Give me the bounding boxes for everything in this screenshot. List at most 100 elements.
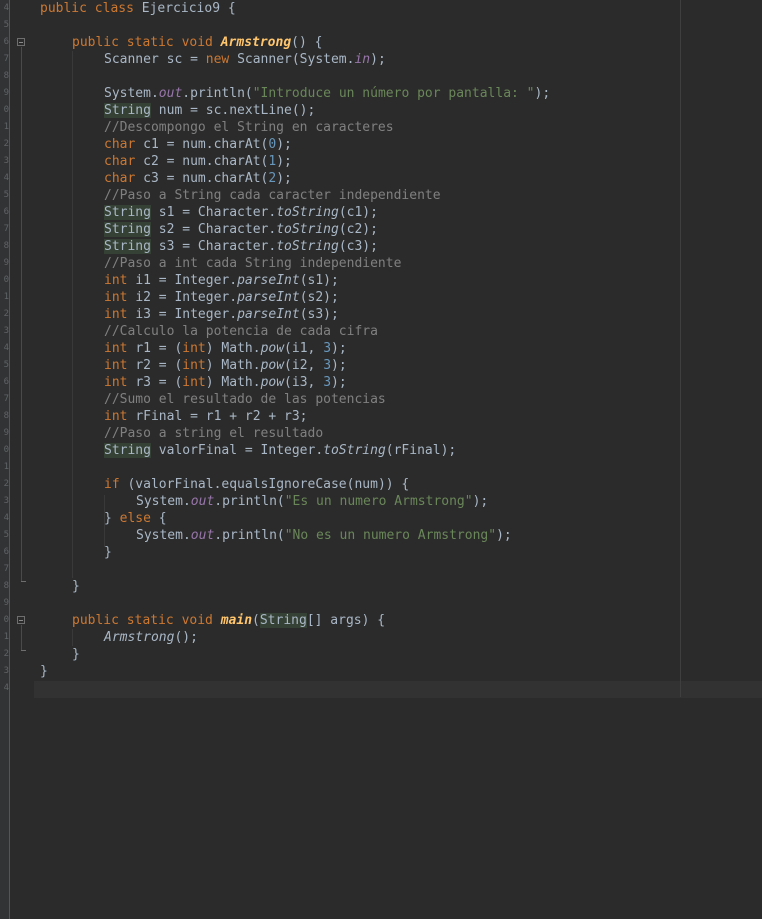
- code-token: int: [104, 307, 136, 322]
- code-line[interactable]: int r1 = (int) Math.pow(i1, 3);: [104, 340, 347, 357]
- code-token: );: [331, 358, 347, 373]
- code-token: (c3);: [338, 239, 378, 254]
- code-line[interactable]: }: [40, 663, 48, 680]
- code-token: toString: [276, 239, 339, 254]
- code-line[interactable]: }: [104, 544, 112, 561]
- current-line-highlight: [34, 681, 762, 698]
- code-line[interactable]: System.out.println("Es un numero Armstro…: [136, 493, 488, 510]
- code-token: //Descompongo el String en caracteres: [104, 120, 394, 135]
- code-token: ) Math.: [205, 375, 261, 390]
- code-line[interactable]: String s1 = Character.toString(c1);: [104, 204, 378, 221]
- code-token: String: [104, 205, 151, 220]
- code-line[interactable]: //Paso a int cada String independiente: [104, 255, 401, 272]
- line-number: 8: [3, 581, 9, 591]
- code-line[interactable]: //Sumo el resultado de las potencias: [104, 391, 386, 408]
- code-token: toString: [276, 205, 339, 220]
- line-number: 0: [3, 275, 9, 285]
- code-token: int: [182, 358, 206, 373]
- code-token: );: [331, 341, 347, 356]
- code-line[interactable]: char c3 = num.charAt(2);: [104, 170, 292, 187]
- code-line[interactable]: String valorFinal = Integer.toString(rFi…: [104, 442, 456, 459]
- code-line[interactable]: }: [72, 578, 80, 595]
- code-line[interactable]: //Paso a String cada caracter independie…: [104, 187, 441, 204]
- code-token: //Calculo la potencia de cada cifra: [104, 324, 378, 339]
- code-line[interactable]: int r2 = (int) Math.pow(i2, 3);: [104, 357, 347, 374]
- line-number: 5: [3, 190, 9, 200]
- code-editor[interactable]: 4 5 6 7 8 9 0 1 2 3 4 5 6 7 8 9 0 1 2 3 4 5 6 7 8 9 0 1 2 3 4 5 6 7 8 9 0 1 2 3…: [0, 0, 762, 919]
- line-number: 3: [3, 326, 9, 336]
- fold-collapse-icon[interactable]: [17, 38, 25, 46]
- code-token: //Paso a int cada String independiente: [104, 256, 402, 271]
- code-line[interactable]: public static void main(String[] args) {: [72, 612, 385, 629]
- line-number: 6: [3, 207, 9, 217]
- code-token: parseInt: [237, 307, 300, 322]
- code-token: String: [104, 103, 151, 118]
- code-line[interactable]: System.out.println("Introduce un número …: [104, 85, 550, 102]
- code-token: out: [190, 528, 215, 543]
- code-line[interactable]: char c1 = num.charAt(0);: [104, 136, 292, 153]
- indent-guide: [72, 629, 73, 646]
- code-line[interactable]: String s3 = Character.toString(c3);: [104, 238, 378, 255]
- code-token: 3: [323, 358, 332, 373]
- code-token: {: [158, 511, 167, 526]
- fold-collapse-icon[interactable]: [17, 616, 25, 624]
- code-line[interactable]: //Calculo la potencia de cada cifra: [104, 323, 378, 340]
- code-token: }: [72, 647, 80, 662]
- code-token: );: [276, 154, 292, 169]
- code-line[interactable]: //Paso a string el resultado: [104, 425, 323, 442]
- code-token: s3 = Character.: [150, 239, 277, 254]
- code-token: c2 = num.charAt(: [143, 154, 269, 169]
- code-token: s1 = Character.: [150, 205, 277, 220]
- code-line[interactable]: char c2 = num.charAt(1);: [104, 153, 292, 170]
- code-token: char: [104, 171, 144, 186]
- code-token: main: [220, 613, 253, 628]
- code-token: );: [276, 171, 292, 186]
- code-token: //Paso a string el resultado: [104, 426, 324, 441]
- code-line[interactable]: Armstrong();: [104, 629, 198, 646]
- code-token: );: [370, 52, 386, 67]
- line-number: 4: [3, 343, 9, 353]
- line-number: 3: [3, 496, 9, 506]
- line-number-gutter: 4 5 6 7 8 9 0 1 2 3 4 5 6 7 8 9 0 1 2 3 4 5 6 7 8 9 0 1 2 3 4 5 6 7 8 9 0 1 2 3…: [0, 0, 10, 919]
- line-number: 4: [3, 513, 9, 523]
- line-number: 5: [3, 530, 9, 540]
- code-token: (s2);: [299, 290, 339, 305]
- code-line[interactable]: Scanner sc = new Scanner(System.in);: [104, 51, 386, 68]
- code-line[interactable]: String s2 = Character.toString(c2);: [104, 221, 378, 238]
- code-line[interactable]: public class Ejercicio9 {: [40, 0, 236, 17]
- code-line[interactable]: public static void Armstrong() {: [72, 34, 322, 51]
- code-line[interactable]: int r3 = (int) Math.pow(i3, 3);: [104, 374, 347, 391]
- code-token: (valorFinal.equalsIgnoreCase(num)) {: [127, 477, 410, 492]
- code-token: toString: [276, 222, 339, 237]
- code-token: );: [472, 494, 489, 509]
- line-number: 2: [3, 479, 9, 489]
- line-number: 4: [3, 3, 9, 13]
- line-number: 6: [3, 547, 9, 557]
- code-line[interactable]: if (valorFinal.equalsIgnoreCase(num)) {: [104, 476, 409, 493]
- code-line[interactable]: }: [72, 646, 80, 663]
- code-line[interactable]: //Descompongo el String en caracteres: [104, 119, 394, 136]
- code-token: c1 = num.charAt(: [143, 137, 269, 152]
- code-token: int: [104, 273, 136, 288]
- code-line[interactable]: int i2 = Integer.parseInt(s2);: [104, 289, 339, 306]
- line-number: 0: [3, 445, 9, 455]
- line-number: 1: [3, 122, 9, 132]
- code-line[interactable]: int i3 = Integer.parseInt(s3);: [104, 306, 339, 323]
- line-number: 1: [3, 292, 9, 302]
- code-token: }: [72, 579, 80, 594]
- line-number: 9: [3, 258, 9, 268]
- code-line[interactable]: int i1 = Integer.parseInt(s1);: [104, 272, 339, 289]
- line-number: 8: [3, 411, 9, 421]
- code-token: i3 = Integer.: [135, 307, 238, 322]
- fold-range-line: [21, 47, 22, 581]
- code-line[interactable]: System.out.println("No es un numero Arms…: [136, 527, 512, 544]
- code-line[interactable]: String num = sc.nextLine();: [104, 102, 315, 119]
- line-number: 5: [3, 360, 9, 370]
- code-token: String: [104, 443, 151, 458]
- code-line[interactable]: } else {: [104, 510, 167, 527]
- code-token: Armstrong: [220, 35, 292, 50]
- code-token: r2 = (: [135, 358, 183, 373]
- code-line[interactable]: int rFinal = r1 + r2 + r3;: [104, 408, 308, 425]
- code-token: .println(: [214, 494, 285, 509]
- code-token: String: [104, 239, 151, 254]
